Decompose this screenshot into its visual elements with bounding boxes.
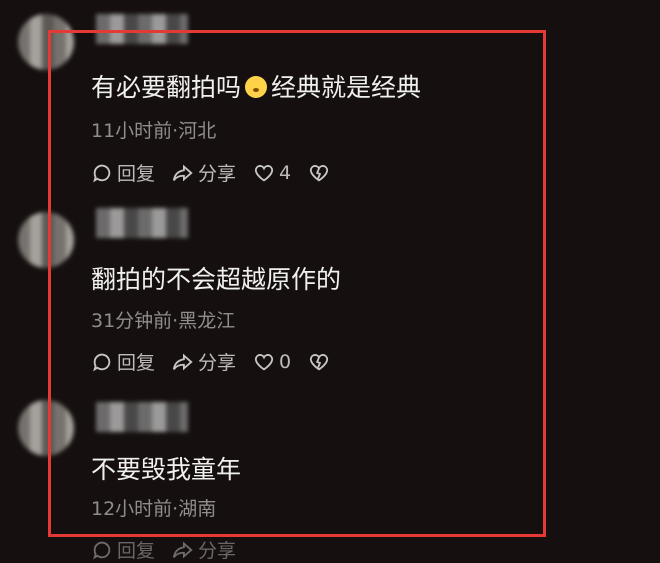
broken-heart-icon	[310, 164, 329, 181]
share-arrow-icon	[172, 541, 193, 558]
share-button[interactable]: 分享	[172, 348, 236, 375]
comment-actions: 回复 分享 0	[91, 348, 351, 375]
flushed-face-emoji-icon	[245, 76, 268, 98]
heart-icon	[254, 164, 274, 181]
avatar[interactable]	[18, 14, 74, 70]
comment-meta: 31分钟前·黑龙江	[91, 310, 236, 332]
like-button[interactable]: 4	[253, 162, 291, 184]
reply-bubble-icon	[93, 164, 111, 182]
comment-text: 翻拍的不会超越原作的	[91, 265, 342, 294]
reply-bubble-icon	[93, 353, 111, 371]
dislike-button[interactable]	[308, 162, 334, 184]
reply-button[interactable]: 回复	[91, 348, 155, 375]
comment-text: 有必要翻拍吗 经典就是经典	[91, 73, 422, 102]
comment-meta: 11小时前·河北	[91, 120, 217, 142]
avatar[interactable]	[18, 400, 74, 456]
avatar[interactable]	[18, 212, 74, 268]
reply-button[interactable]: 回复	[91, 159, 155, 186]
broken-heart-icon	[310, 353, 329, 370]
share-button[interactable]: 分享	[172, 159, 236, 186]
reply-bubble-icon	[93, 541, 111, 559]
share-arrow-icon	[172, 164, 193, 181]
comment-meta: 12小时前·湖南	[91, 498, 217, 520]
comment-actions: 回复 分享	[91, 536, 253, 563]
username-blurred[interactable]	[96, 402, 188, 432]
heart-icon	[254, 353, 274, 370]
username-blurred[interactable]	[96, 14, 188, 44]
reply-button[interactable]: 回复	[91, 536, 155, 563]
username-blurred[interactable]	[96, 208, 188, 238]
share-arrow-icon	[172, 353, 193, 370]
comment-actions: 回复 分享 4	[91, 159, 351, 186]
share-button[interactable]: 分享	[172, 536, 236, 563]
dislike-button[interactable]	[308, 351, 334, 373]
comment-text: 不要毁我童年	[91, 455, 242, 484]
like-button[interactable]: 0	[253, 351, 291, 373]
